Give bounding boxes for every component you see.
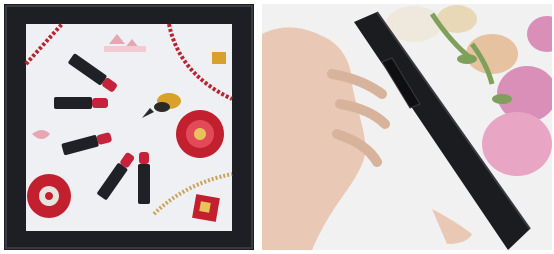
frame-front-photo [4,4,254,250]
gold-brooch [212,52,226,64]
frame-front-illustration [4,4,254,250]
red-flower-brooch [176,110,224,158]
photo-collage [0,0,554,254]
frame-side-illustration [262,4,552,250]
frame-side-photo [262,4,552,250]
lipstick-2 [54,97,108,109]
red-square-brooch [192,194,220,222]
red-jewel-brooch [27,174,71,218]
lipstick-5 [138,152,150,204]
